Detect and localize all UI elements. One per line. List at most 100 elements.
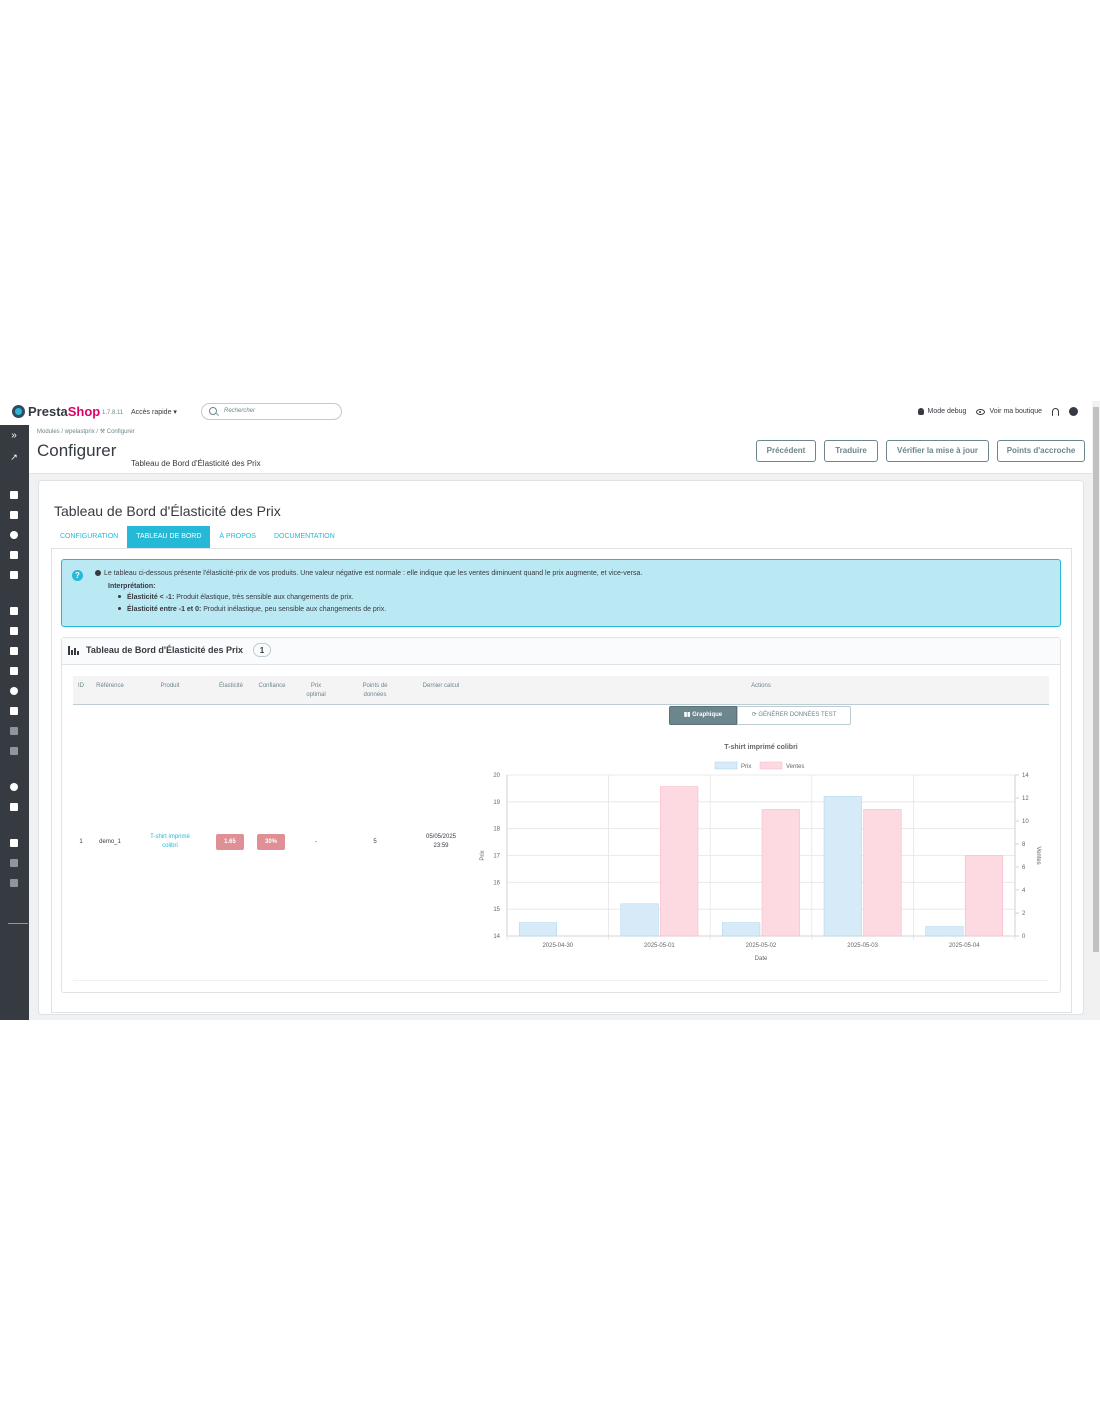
module-puzzle-icon-2[interactable] <box>10 747 18 755</box>
collapse-sidebar-icon[interactable]: » <box>9 431 19 441</box>
page-scrollbar[interactable] <box>1092 401 1100 1020</box>
help-icon: ? <box>72 570 83 581</box>
bar-ventes <box>660 786 699 937</box>
th-data-points-line2: données <box>363 692 387 698</box>
top-right-tools: Mode debug Voir ma boutique <box>917 407 1078 416</box>
th-optimal-price-line1: Prix <box>310 683 322 689</box>
y-tick-label: 14 <box>493 934 500 940</box>
th-confidence[interactable]: Confiance <box>253 682 291 691</box>
chart-title: T-shirt imprimé colibri <box>724 744 798 751</box>
y2-tick-label: 10 <box>1022 819 1029 825</box>
alert-item-elastic-label: Élasticité < -1: <box>127 594 175 601</box>
info-alert: ? Le tableau ci-dessous présente l'élast… <box>61 559 1061 627</box>
design-icon[interactable] <box>10 627 18 635</box>
y-axis-title: Prix <box>480 850 486 860</box>
tab-about[interactable]: À PROPOS <box>210 526 265 548</box>
tab-documentation[interactable]: DOCUMENTATION <box>265 526 344 548</box>
th-id[interactable]: ID <box>73 682 89 691</box>
y2-tick-label: 8 <box>1022 842 1026 848</box>
generate-button-label: GÉNÉRER DONNÉES TEST <box>758 712 837 718</box>
row-divider <box>73 980 1049 981</box>
user-account-icon[interactable] <box>1069 407 1078 416</box>
y-tick-label: 16 <box>493 880 500 886</box>
x-tick-label: 2025-05-01 <box>644 943 675 949</box>
row-count-badge: 1 <box>253 643 271 657</box>
th-elasticity[interactable]: Élasticité <box>213 682 249 691</box>
view-shop-link[interactable]: Voir ma boutique <box>976 408 1042 415</box>
th-last-calc[interactable]: Dernier calcul <box>413 682 469 691</box>
dashboard-icon[interactable]: ↗ <box>9 452 19 462</box>
price-sales-chart: T-shirt imprimé colibri Prix Ventes 14 15 16 1… <box>480 744 1041 962</box>
cell-optimal-price: - <box>315 839 317 845</box>
tab-dashboard[interactable]: TABLEAU DE BORD <box>127 526 211 548</box>
bar-ventes <box>761 809 800 937</box>
marketing-icon[interactable] <box>10 707 18 715</box>
bar-prix <box>620 903 659 937</box>
page-title: Configurer <box>37 441 117 460</box>
search-input[interactable]: Rechercher <box>201 403 342 420</box>
notifications-bell-icon[interactable] <box>1052 407 1059 416</box>
bar-prix <box>722 922 761 937</box>
prestashop-logo[interactable]: Presta Shop <box>12 404 100 419</box>
th-data-points[interactable]: Points de données <box>354 682 396 700</box>
alert-item-inelastic-label: Élasticité entre -1 et 0: <box>127 606 202 613</box>
previous-button[interactable]: Précédent <box>756 440 816 462</box>
page-subtitle: Tableau de Bord d'Élasticité des Prix <box>131 459 261 468</box>
x-tick-label: 2025-05-03 <box>847 943 878 949</box>
orders-icon[interactable] <box>10 491 18 499</box>
cell-id: 1 <box>79 839 83 845</box>
alert-item-inelastic: Élasticité entre -1 et 0: Produit inélas… <box>118 606 386 613</box>
top-navbar: Presta Shop 1.7.8.11 Accès rapide ▾ Reche… <box>0 401 1092 426</box>
th-reference[interactable]: Référence <box>90 682 130 691</box>
messages-icon[interactable] <box>10 551 18 559</box>
alert-text: Le tableau ci-dessous présente l'élastic… <box>95 570 642 577</box>
th-optimal-price[interactable]: Prix optimal <box>299 682 333 700</box>
th-actions: Actions <box>751 683 771 689</box>
cell-product-link[interactable]: T-shirt imprimé colibri <box>140 833 200 851</box>
check-update-button[interactable]: Vérifier la mise à jour <box>886 440 989 462</box>
bar-prix <box>925 926 964 937</box>
logo-text-presta: Presta <box>28 404 68 419</box>
shipping-icon[interactable] <box>10 647 18 655</box>
module-puzzle-icon-3[interactable] <box>10 859 18 867</box>
th-product[interactable]: Produit <box>145 682 195 691</box>
hooks-button[interactable]: Points d'accroche <box>997 440 1085 462</box>
bullet <box>118 607 121 610</box>
cell-reference: demo_1 <box>99 839 121 845</box>
th-optimal-price-line2: optimal <box>306 692 326 698</box>
y-tick-label: 17 <box>493 854 500 860</box>
settings-gear-icon[interactable] <box>10 783 18 791</box>
breadcrumb[interactable]: Modules / wpelastprix / ⚒ Configurer <box>37 428 135 435</box>
quick-access-dropdown[interactable]: Accès rapide ▾ <box>131 408 177 416</box>
debug-mode-link[interactable]: Mode debug <box>917 408 967 415</box>
module-puzzle-icon-4[interactable] <box>10 879 18 887</box>
advanced-settings-icon[interactable] <box>10 803 18 811</box>
graph-button[interactable]: ▮▮ Graphique <box>669 706 737 725</box>
sliders-icon[interactable] <box>10 839 18 847</box>
tab-bar: CONFIGURATION TABLEAU DE BORD À PROPOS D… <box>51 526 344 548</box>
debug-mode-label: Mode debug <box>927 408 967 415</box>
tab-configuration[interactable]: CONFIGURATION <box>51 526 127 548</box>
stats-icon[interactable] <box>10 571 18 579</box>
module-puzzle-icon[interactable] <box>10 727 18 735</box>
y-tick-label: 20 <box>493 773 500 779</box>
international-icon[interactable] <box>10 687 18 695</box>
alert-item-inelastic-text: Produit inélastique, peu sensible aux ch… <box>201 606 387 613</box>
legend-swatch-ventes <box>759 761 783 770</box>
alert-heading: Interprétation: <box>108 583 156 590</box>
legend-swatch-prix <box>714 761 738 770</box>
catalog-icon[interactable] <box>10 511 18 519</box>
elasticity-badge: 1.65 <box>216 834 244 850</box>
search-placeholder: Rechercher <box>224 408 256 414</box>
modules-icon[interactable] <box>10 607 18 615</box>
customers-icon[interactable] <box>10 531 18 539</box>
alert-item-elastic: Élasticité < -1: Produit élastique, très… <box>118 594 354 601</box>
generate-test-data-button[interactable]: ⟳ GÉNÉRER DONNÉES TEST <box>737 706 851 725</box>
y2-tick-label: 12 <box>1022 796 1029 802</box>
legend-label-ventes: Ventes <box>786 764 804 770</box>
version-label: 1.7.8.11 <box>102 410 124 416</box>
cell-last-calc: 05/05/2025 23:59 <box>413 833 469 851</box>
payment-icon[interactable] <box>10 667 18 675</box>
translate-button[interactable]: Traduire <box>824 440 878 462</box>
scrollbar-thumb[interactable] <box>1093 407 1099 952</box>
